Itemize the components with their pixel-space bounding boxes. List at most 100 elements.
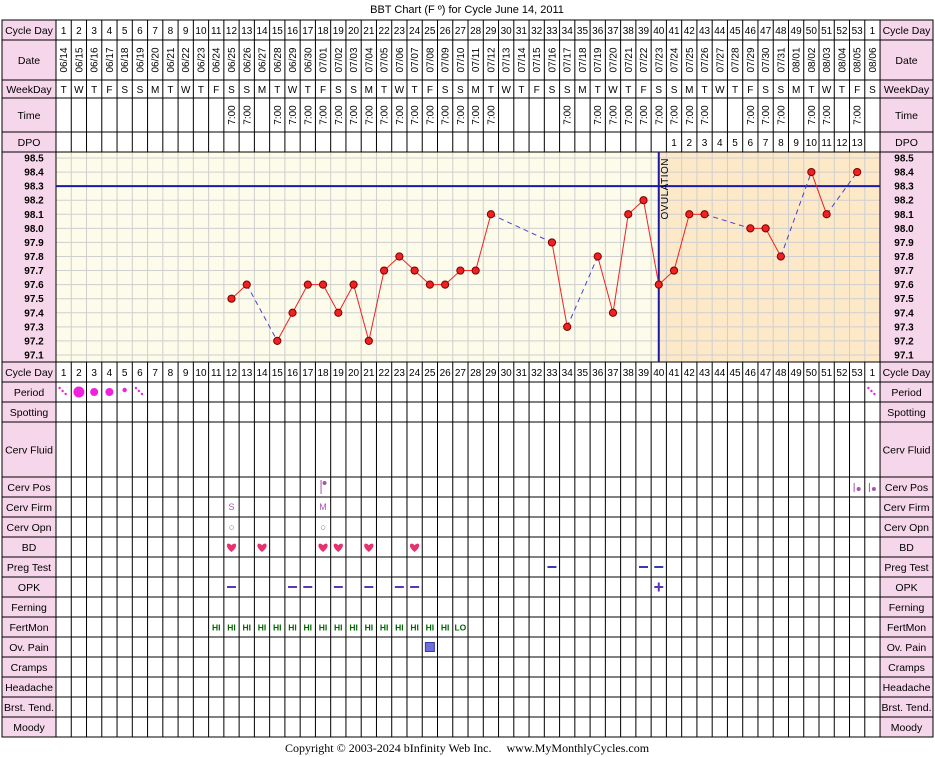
temp-tick-label-left: 97.6 bbox=[24, 280, 44, 291]
fertmon-reading: HI bbox=[395, 623, 404, 633]
temperature-point bbox=[654, 280, 663, 289]
cycle-day-number: 6 bbox=[137, 368, 143, 379]
temp-tick-label-left: 98.1 bbox=[24, 210, 44, 221]
cerv-pos-low-mark bbox=[856, 487, 861, 491]
cerv-firm-mark: M bbox=[319, 502, 327, 512]
weekday-label: M bbox=[685, 85, 693, 96]
row-label-cpos: Cerv Pos bbox=[885, 482, 928, 494]
temp-tick-label-left: 98.4 bbox=[24, 168, 44, 179]
date-label: 06/15 bbox=[74, 47, 85, 72]
date-label: 07/03 bbox=[349, 47, 360, 72]
temp-tick-label-left: 98.0 bbox=[24, 224, 44, 235]
cycle-day-number: 9 bbox=[183, 26, 189, 37]
cycle-day-number: 37 bbox=[607, 26, 619, 37]
time-label: 7:00 bbox=[364, 105, 375, 125]
weekday-label: T bbox=[625, 85, 631, 96]
weekday-label: T bbox=[91, 85, 97, 96]
cycle-day-number: 45 bbox=[730, 26, 742, 37]
weekday-label: T bbox=[305, 85, 311, 96]
row-label-period: Period bbox=[14, 387, 45, 399]
luteal-phase-shading bbox=[658, 152, 880, 362]
weekday-label: F bbox=[534, 85, 540, 96]
date-label: 06/28 bbox=[273, 47, 284, 72]
temp-tick-label-left: 97.3 bbox=[24, 322, 44, 333]
weekday-label: M bbox=[792, 85, 800, 96]
weekday-label: S bbox=[228, 85, 235, 96]
temperature-point bbox=[227, 294, 236, 303]
time-label: 7:00 bbox=[471, 105, 482, 125]
time-label: 7:00 bbox=[242, 105, 253, 125]
cycle-day-number: 24 bbox=[409, 368, 421, 379]
cycle-day-number: 26 bbox=[440, 26, 452, 37]
cycle-day-number: 9 bbox=[183, 368, 189, 379]
cycle-day-number: 14 bbox=[256, 368, 268, 379]
time-label: 7:00 bbox=[654, 105, 665, 125]
cycle-day-number: 19 bbox=[333, 26, 345, 37]
cycle-day-number: 25 bbox=[424, 368, 436, 379]
date-label: 07/26 bbox=[700, 47, 711, 72]
weekday-label: W bbox=[181, 85, 191, 96]
weekday-label: T bbox=[732, 85, 738, 96]
cycle-day-number: 52 bbox=[836, 368, 848, 379]
dpo-number: 7 bbox=[763, 138, 769, 149]
cycle-day-number: 31 bbox=[516, 26, 528, 37]
row-label-spotting: Spotting bbox=[10, 407, 49, 419]
temp-tick-label-right: 98.5 bbox=[894, 154, 914, 165]
row-label-ovpain: Ov. Pain bbox=[9, 642, 49, 654]
period-spotting-mark bbox=[140, 392, 144, 396]
date-label: 06/27 bbox=[258, 47, 269, 72]
weekday-label: F bbox=[427, 85, 433, 96]
temp-tick-label-right: 97.5 bbox=[894, 294, 914, 305]
temp-tick-label-right: 98.0 bbox=[894, 224, 914, 235]
temperature-point bbox=[547, 238, 557, 247]
cycle-day-number: 40 bbox=[653, 26, 665, 37]
fertmon-reading: HI bbox=[441, 623, 450, 633]
date-label: 07/15 bbox=[532, 47, 543, 72]
weekday-label: S bbox=[121, 85, 128, 96]
cycle-day-number: 31 bbox=[516, 368, 528, 379]
date-label: 07/27 bbox=[715, 47, 726, 72]
row-label-date: Date bbox=[18, 55, 40, 67]
temperature-point bbox=[456, 266, 465, 275]
cycle-day-number: 4 bbox=[107, 26, 113, 37]
fertmon-reading: HI bbox=[258, 623, 267, 633]
row-label-cycle-day: Cycle Day bbox=[5, 367, 54, 379]
cycle-day-number: 49 bbox=[791, 26, 803, 37]
cycle-day-number: 51 bbox=[821, 368, 833, 379]
cycle-day-number: 4 bbox=[107, 368, 113, 379]
weekday-label: S bbox=[137, 85, 144, 96]
temp-tick-label-right: 97.1 bbox=[894, 350, 914, 361]
cycle-day-number: 23 bbox=[394, 26, 406, 37]
row-label-fertmon: FertMon bbox=[9, 622, 48, 634]
cycle-day-number: 51 bbox=[821, 26, 833, 37]
cycle-day-number: 27 bbox=[455, 368, 467, 379]
cycle-day-number: 2 bbox=[76, 26, 82, 37]
row-label-brst: Brst. Tend. bbox=[882, 702, 932, 714]
temp-tick-label-right: 97.6 bbox=[894, 280, 914, 291]
date-label: 07/11 bbox=[471, 47, 482, 72]
row-label-weekday: WeekDay bbox=[884, 84, 930, 96]
time-label: 7:00 bbox=[700, 105, 711, 125]
weekday-label: M bbox=[471, 85, 479, 96]
weekday-label: T bbox=[595, 85, 601, 96]
time-label: 7:00 bbox=[425, 105, 436, 125]
weekday-label: F bbox=[213, 85, 219, 96]
temperature-point bbox=[624, 210, 633, 219]
date-label: 06/20 bbox=[151, 47, 162, 72]
cycle-day-number: 1 bbox=[870, 26, 876, 37]
date-label: 06/24 bbox=[212, 47, 223, 72]
date-label: 06/29 bbox=[288, 47, 299, 72]
date-label: 06/19 bbox=[135, 47, 146, 72]
temperature-point bbox=[639, 196, 648, 205]
temperature-point bbox=[288, 308, 297, 317]
weekday-label: W bbox=[715, 85, 725, 96]
temperature-point bbox=[364, 336, 373, 346]
cerv-open-mark: ○ bbox=[320, 523, 326, 534]
cycle-day-number: 24 bbox=[409, 26, 421, 37]
dpo-number: 9 bbox=[793, 138, 799, 149]
temperature-point bbox=[379, 266, 389, 275]
cycle-day-number: 43 bbox=[699, 26, 711, 37]
weekday-label: W bbox=[288, 85, 298, 96]
bd-heart-icon bbox=[226, 543, 237, 552]
weekday-label: W bbox=[74, 85, 84, 96]
